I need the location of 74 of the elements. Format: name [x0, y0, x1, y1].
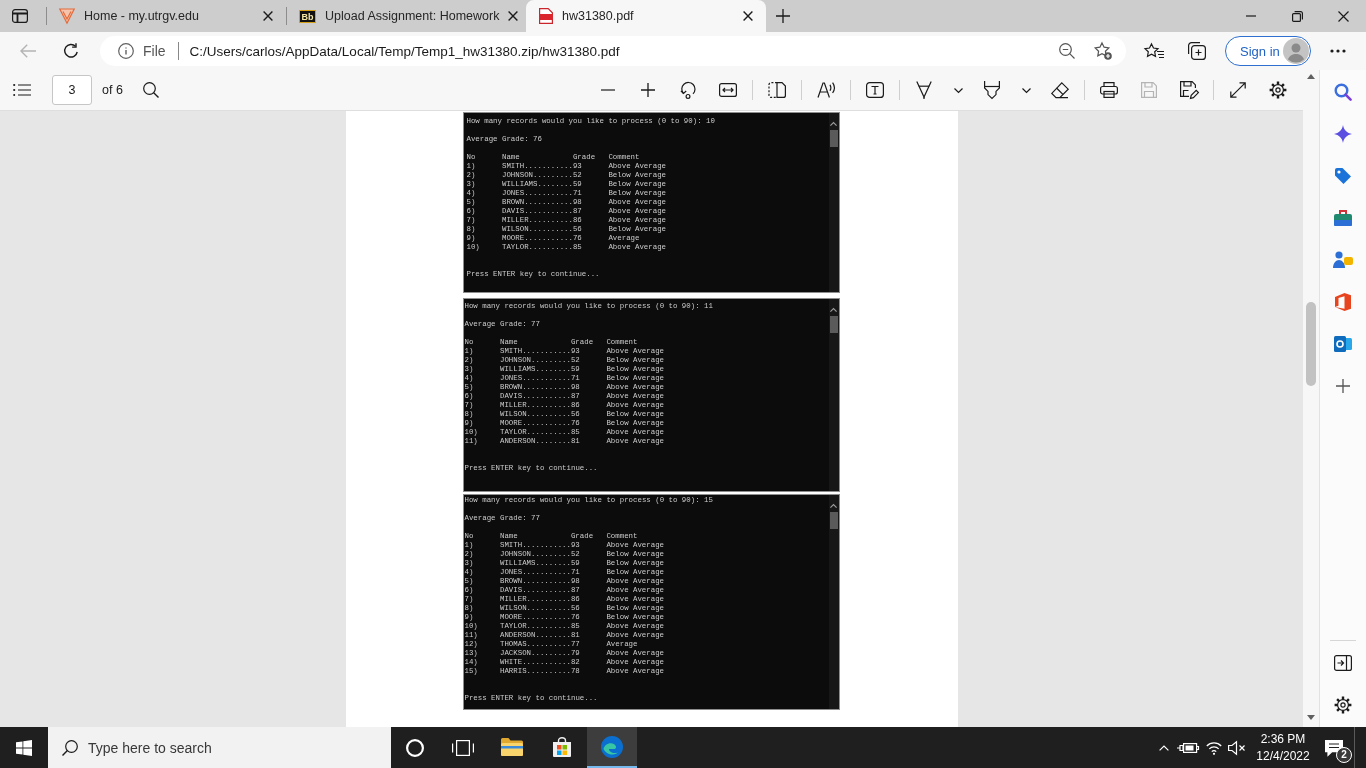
page-count-label: of 6 [102, 83, 123, 97]
highlighter-icon[interactable] [984, 81, 1000, 99]
tab-actions-icon[interactable] [12, 9, 28, 23]
tab[interactable]: Home - my.utrgv.edu [46, 0, 286, 32]
caret-icon[interactable] [953, 87, 963, 93]
page-number-field[interactable]: 3 [52, 75, 92, 105]
print-icon[interactable] [1100, 82, 1118, 98]
plus-icon[interactable] [776, 9, 790, 23]
triangle-logo-icon [59, 8, 75, 24]
site-logo: Bb [299, 9, 316, 23]
notification-badge: 2 [1336, 747, 1352, 763]
eraser-icon[interactable] [1051, 82, 1069, 98]
briefcase-icon[interactable] [1334, 210, 1352, 226]
scroll-thumb [829, 512, 838, 529]
wifi-icon[interactable] [1206, 740, 1222, 755]
fit-width-icon[interactable] [719, 83, 737, 97]
folder-icon [501, 737, 523, 756]
close-icon[interactable] [263, 11, 273, 21]
down-arrow-icon[interactable] [1307, 715, 1315, 720]
sidebar-toggle-icon[interactable] [1334, 655, 1352, 671]
shopping-bag-icon [552, 736, 572, 757]
muted-speaker-icon[interactable] [1228, 740, 1246, 755]
page-view-icon[interactable] [768, 82, 786, 98]
pdf-file-icon [539, 8, 553, 24]
url-text: C:/Users/carlos/AppData/Local/Temp/Temp1_hw31380.zip/hw31380.pdf [189, 43, 620, 59]
settings-icon[interactable] [1269, 81, 1287, 99]
settings-icon[interactable] [1334, 696, 1352, 714]
restore-icon[interactable] [1291, 10, 1303, 22]
person-icon[interactable] [1333, 251, 1353, 269]
list-icon[interactable] [13, 84, 31, 96]
start-icon[interactable] [16, 739, 32, 756]
chevron-up-icon[interactable] [1159, 744, 1169, 751]
scroll-thumb [829, 316, 838, 333]
circle-icon[interactable] [406, 738, 424, 757]
read-aloud-icon[interactable] [817, 82, 835, 98]
address-bar[interactable]: File C:/Users/carlos/AppData/Local/Temp/Temp1_hw31380.zip/hw31380.pdf [100, 36, 1126, 66]
close-icon[interactable] [743, 11, 753, 21]
close-icon[interactable] [508, 11, 519, 21]
rotate-icon[interactable] [680, 81, 696, 99]
caret-icon[interactable] [1021, 87, 1031, 93]
battery-icon[interactable] [1177, 741, 1199, 754]
scroll-thumb [829, 130, 838, 147]
task-view-icon[interactable] [452, 739, 474, 756]
close-icon[interactable] [1337, 10, 1349, 22]
save-as-icon[interactable] [1180, 81, 1198, 99]
file-label: File [143, 43, 166, 59]
more-icon[interactable] [1330, 49, 1346, 53]
tab[interactable]: hw31380.pdf [526, 0, 766, 32]
sign-in-button[interactable]: Sign in [1225, 36, 1311, 66]
app-logo-icon[interactable] [1335, 293, 1351, 311]
tag-icon[interactable] [1334, 167, 1352, 185]
browser-icon [601, 735, 623, 758]
expand-icon[interactable] [1230, 82, 1246, 98]
tab[interactable]: Bb Upload Assignment: Homework [286, 0, 526, 32]
refresh-icon[interactable] [63, 43, 79, 59]
tile-logo-icon[interactable] [1334, 336, 1352, 352]
date-text[interactable]: 12/4/2022 [1256, 747, 1310, 765]
avatar-icon [1283, 38, 1309, 64]
plus-icon[interactable] [1336, 379, 1350, 393]
star-plus-icon[interactable] [1094, 42, 1112, 60]
info-icon[interactable] [118, 43, 134, 59]
pen-icon[interactable] [916, 81, 932, 99]
text-box-icon[interactable] [866, 82, 884, 98]
search-icon [62, 739, 78, 756]
time-text[interactable]: 2:36 PM [1260, 730, 1306, 748]
zoom-out-icon[interactable] [1059, 43, 1075, 59]
up-arrow-icon[interactable] [1307, 74, 1315, 79]
star-list-icon[interactable] [1144, 43, 1164, 59]
search-field[interactable]: Type here to search [48, 727, 391, 768]
collections-icon[interactable] [1188, 42, 1206, 60]
plus-icon[interactable] [641, 83, 655, 97]
search-icon[interactable] [142, 82, 159, 98]
sparkle-icon[interactable] [1334, 125, 1352, 143]
scroll-thumb[interactable] [1306, 302, 1316, 386]
